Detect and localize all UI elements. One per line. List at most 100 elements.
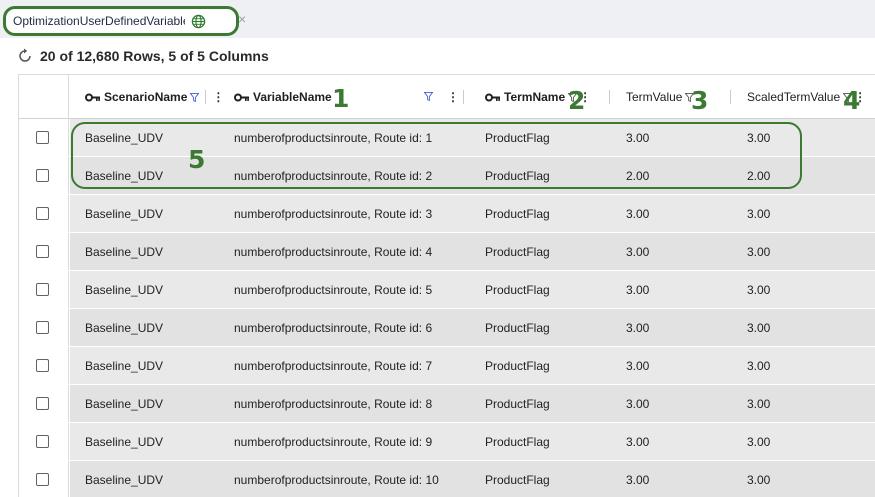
row-checkbox[interactable] [36,473,49,486]
table-cell[interactable]: numberofproductsinroute, Route id: 6 [234,309,432,346]
table-cell[interactable]: numberofproductsinroute, Route id: 5 [234,271,432,308]
annotation-marker-3: 3 [691,86,709,115]
row-cells: Baseline_UDV numberofproductsinroute, Rou… [70,385,875,422]
row-checkbox[interactable] [36,245,49,258]
column-separator[interactable] [205,90,207,104]
row-count-label: 20 of 12,680 Rows, 5 of 5 Columns [40,48,269,64]
table-cell[interactable]: 3.00 [626,271,649,308]
table-cell[interactable]: ProductFlag [485,271,550,308]
row-select-cell [19,119,69,156]
column-label: ScenarioName [104,90,188,104]
filter-icon[interactable] [190,92,200,102]
table-row[interactable]: Baseline_UDV numberofproductsinroute, Rou… [19,423,875,461]
refresh-icon[interactable] [17,48,33,64]
tab-optimization-udv[interactable]: OptimizationUserDefinedVariableTe [3,6,239,36]
table-cell[interactable]: Baseline_UDV [85,233,163,270]
row-cells: Baseline_UDV numberofproductsinroute, Rou… [70,347,875,384]
row-select-cell [19,385,69,422]
table-cell[interactable]: numberofproductsinroute, Route id: 10 [234,461,439,497]
header-select-cell [19,75,69,119]
row-checkbox[interactable] [36,321,49,334]
table-row[interactable]: Baseline_UDV numberofproductsinroute, Rou… [19,347,875,385]
row-select-cell [19,309,69,346]
row-checkbox[interactable] [36,169,49,182]
row-cells: Baseline_UDV numberofproductsinroute, Rou… [70,271,875,308]
table-cell[interactable]: numberofproductsinroute, Route id: 7 [234,347,432,384]
annotation-highlight-box [71,122,802,189]
table-cell[interactable]: 3.00 [747,423,770,460]
table-cell[interactable]: 3.00 [747,309,770,346]
table-cell[interactable]: 3.00 [626,347,649,384]
table-cell[interactable]: ProductFlag [485,309,550,346]
row-select-cell [19,423,69,460]
table-cell[interactable]: 3.00 [626,309,649,346]
table-cell[interactable]: ProductFlag [485,347,550,384]
column-header-variablename[interactable]: VariableName [234,75,332,119]
table-cell[interactable]: ProductFlag [485,233,550,270]
tab-close-icon[interactable]: × [238,12,246,26]
column-separator[interactable] [463,90,464,104]
row-checkbox[interactable] [36,283,49,296]
table-cell[interactable]: Baseline_UDV [85,309,163,346]
table-cell[interactable]: Baseline_UDV [85,461,163,497]
table-row[interactable]: Baseline_UDV numberofproductsinroute, Rou… [19,461,875,497]
table-cell[interactable]: 3.00 [626,233,649,270]
column-menu-icon[interactable]: ⋮ [212,91,224,103]
row-checkbox[interactable] [36,435,49,448]
annotation-marker-2: 2 [568,86,586,115]
column-header-scenarioname[interactable]: ScenarioName ⋮ [85,75,224,119]
table-cell[interactable]: 3.00 [747,385,770,422]
table-cell[interactable]: 3.00 [747,195,770,232]
annotation-marker-1: 1 [332,84,350,113]
table-cell[interactable]: ProductFlag [485,195,550,232]
table-cell[interactable]: 3.00 [626,423,649,460]
globe-icon [191,14,206,28]
table-cell[interactable]: ProductFlag [485,385,550,422]
table-cell[interactable]: numberofproductsinroute, Route id: 4 [234,233,432,270]
table-cell[interactable]: 3.00 [626,385,649,422]
table-cell[interactable]: numberofproductsinroute, Route id: 9 [234,423,432,460]
table-cell[interactable]: numberofproductsinroute, Route id: 3 [234,195,432,232]
table-cell[interactable]: Baseline_UDV [85,271,163,308]
row-checkbox[interactable] [36,131,49,144]
grid-header: ScenarioName ⋮ VariableName ⋮ TermName ⋮… [19,74,875,119]
table-cell[interactable]: 3.00 [626,195,649,232]
column-label: VariableName [253,90,332,104]
table-cell[interactable]: ProductFlag [485,461,550,497]
table-cell[interactable]: 3.00 [747,233,770,270]
row-checkbox[interactable] [36,397,49,410]
row-select-cell [19,233,69,270]
column-label: ScaledTermValue [747,90,841,104]
table-cell[interactable]: 3.00 [626,461,649,497]
grid-toolbar: 20 of 12,680 Rows, 5 of 5 Columns [0,38,875,74]
row-cells: Baseline_UDV numberofproductsinroute, Rou… [70,423,875,460]
column-separator[interactable] [730,90,731,104]
row-select-cell [19,461,69,497]
key-icon [485,93,500,101]
table-row[interactable]: Baseline_UDV numberofproductsinroute, Rou… [19,233,875,271]
table-cell[interactable]: Baseline_UDV [85,385,163,422]
table-cell[interactable]: 3.00 [747,461,770,497]
table-cell[interactable]: Baseline_UDV [85,423,163,460]
table-cell[interactable]: numberofproductsinroute, Route id: 8 [234,385,432,422]
table-cell[interactable]: Baseline_UDV [85,195,163,232]
table-cell[interactable]: 3.00 [747,271,770,308]
table-row[interactable]: Baseline_UDV numberofproductsinroute, Rou… [19,195,875,233]
table-cell[interactable]: ProductFlag [485,423,550,460]
row-select-cell [19,347,69,384]
table-row[interactable]: Baseline_UDV numberofproductsinroute, Rou… [19,271,875,309]
row-checkbox[interactable] [36,207,49,220]
row-cells: Baseline_UDV numberofproductsinroute, Rou… [70,195,875,232]
table-cell[interactable]: Baseline_UDV [85,347,163,384]
row-select-cell [19,195,69,232]
annotation-marker-5: 5 [188,145,206,174]
table-row[interactable]: Baseline_UDV numberofproductsinroute, Rou… [19,309,875,347]
row-cells: Baseline_UDV numberofproductsinroute, Rou… [70,233,875,270]
table-row[interactable]: Baseline_UDV numberofproductsinroute, Rou… [19,385,875,423]
column-separator[interactable] [609,90,610,104]
table-cell[interactable]: 3.00 [747,347,770,384]
filter-icon[interactable] [424,92,433,101]
column-menu-icon[interactable]: ⋮ [447,91,459,103]
row-checkbox[interactable] [36,359,49,372]
key-icon [85,93,100,101]
